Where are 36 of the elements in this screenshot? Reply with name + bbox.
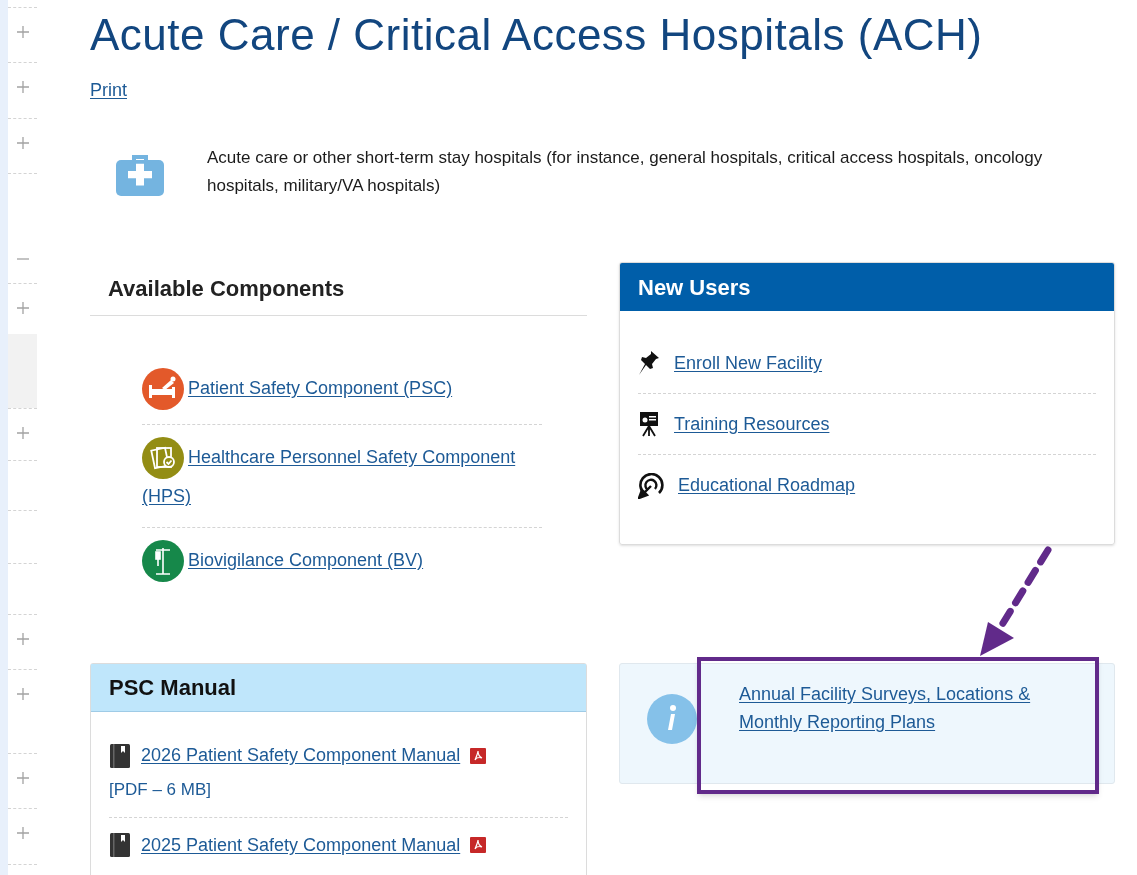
- expand-icon[interactable]: [15, 771, 30, 785]
- pdf-icon: [470, 747, 487, 764]
- pushpin-icon: [638, 350, 660, 376]
- clipboard-check-icon: [142, 437, 184, 479]
- page-title: Acute Care / Critical Access Hospitals (ACH): [90, 9, 984, 61]
- card-header: New Users: [620, 263, 1114, 311]
- description: Acute care or other short-term stay hospitals (for instance, general hospitals, critical access hospitals, oncology hospitals, military/VA hospitals): [207, 147, 1044, 197]
- iv-pole-icon: [142, 540, 184, 582]
- hospital-bed-icon: [142, 368, 184, 410]
- target-arrow-icon: [638, 472, 664, 499]
- component-link[interactable]: Patient Safety Component (PSC): [142, 368, 453, 410]
- expand-icon[interactable]: [15, 136, 30, 150]
- file-size: [PDF – 6 MB]: [109, 779, 213, 801]
- resource-link[interactable]: Educational Roadmap: [678, 472, 856, 499]
- component-link[interactable]: Biovigilance Component (BV): [142, 540, 424, 582]
- easel-icon: [638, 411, 660, 437]
- expand-icon[interactable]: [15, 301, 30, 315]
- expand-icon[interactable]: [15, 25, 30, 39]
- resource-link[interactable]: Training Resources: [674, 410, 830, 438]
- card-header: PSC Manual: [91, 664, 586, 712]
- book-icon: [109, 742, 131, 769]
- info-icon: [647, 694, 697, 744]
- manual-link[interactable]: 2026 Patient Safety Component Manual: [141, 742, 461, 769]
- expand-icon[interactable]: [15, 632, 30, 646]
- expand-icon[interactable]: [15, 826, 30, 840]
- expand-icon[interactable]: [15, 426, 30, 440]
- pdf-icon: [470, 837, 487, 853]
- resource-link[interactable]: Enroll New Facility: [674, 349, 823, 377]
- book-icon: [109, 832, 131, 858]
- print-link[interactable]: Print: [90, 77, 127, 104]
- component-link[interactable]: Healthcare Personnel Safety Component (HPS): [142, 437, 542, 513]
- info-link[interactable]: Annual Facility Surveys, Locations & Monthly Reporting Plans: [739, 680, 1079, 736]
- manual-link[interactable]: 2025 Patient Safety Component Manual: [141, 831, 461, 859]
- expand-icon[interactable]: [15, 687, 30, 701]
- expand-icon[interactable]: [15, 80, 30, 94]
- section-heading: Available Components: [90, 262, 587, 316]
